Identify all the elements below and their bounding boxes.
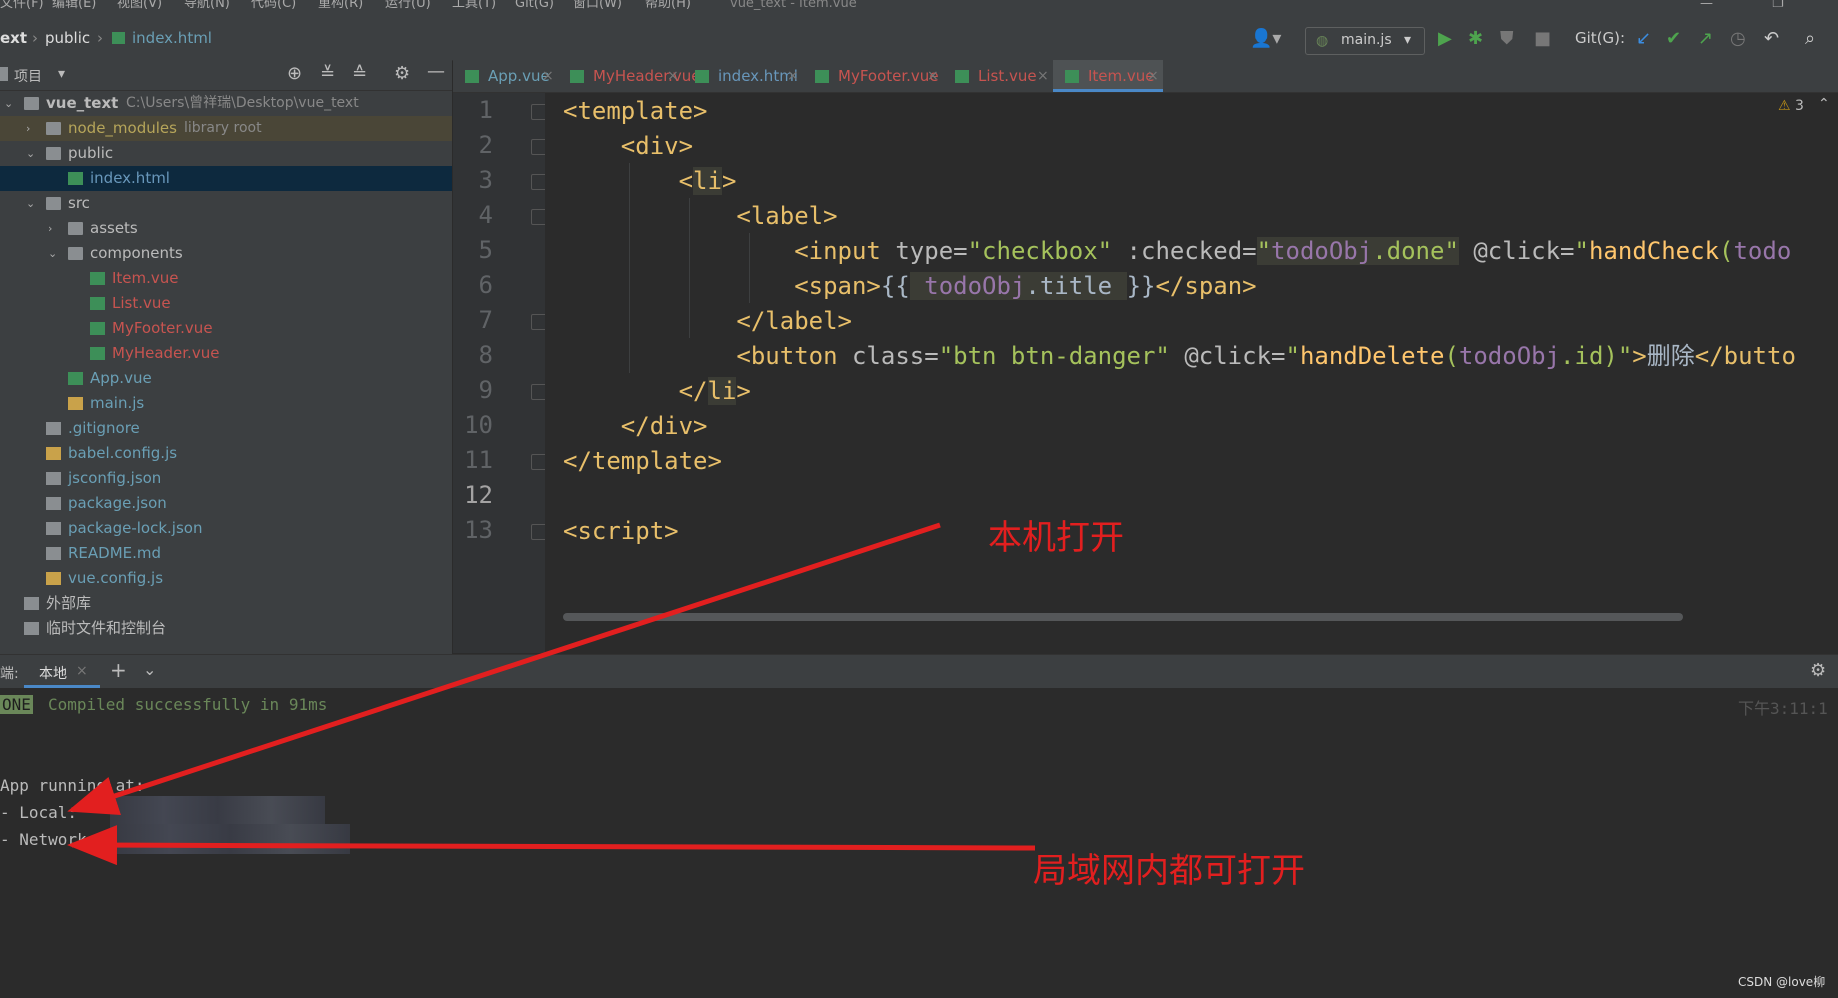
watermark: CSDN @love柳 <box>1738 975 1826 989</box>
annotation-local: 本机打开 <box>988 518 1124 558</box>
annotation-arrows <box>67 522 1036 866</box>
arrow-local <box>67 522 941 815</box>
annotation-network: 局域网内都可打开 <box>1033 851 1305 891</box>
arrow-network <box>67 825 1036 866</box>
